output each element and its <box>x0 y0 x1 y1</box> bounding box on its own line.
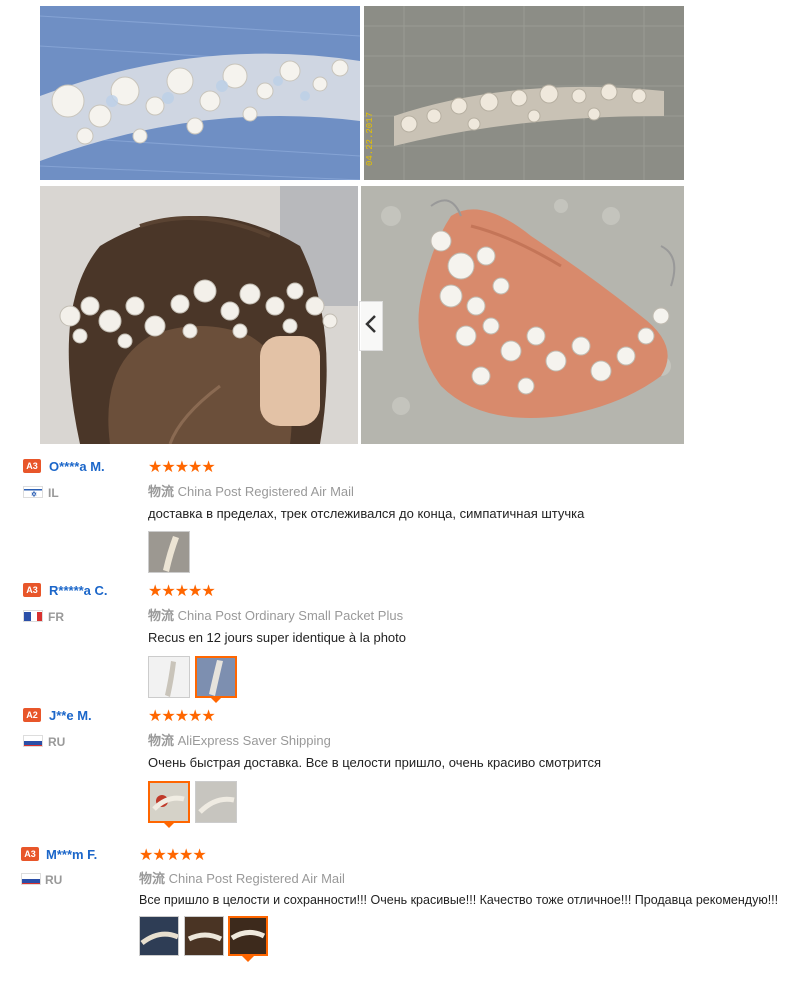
pearl-headband-closeup-photo[interactable] <box>40 6 360 180</box>
review-photo-thumbnail-selected[interactable] <box>228 916 268 956</box>
rating-stars: ★★★★★ <box>148 708 216 725</box>
rating-stars: ★★★★★ <box>139 847 207 864</box>
buyer-level-badge: A2 <box>23 708 41 722</box>
selected-thumbnail-caret-icon <box>242 956 254 962</box>
buyer-name[interactable]: J**e M. <box>49 708 92 723</box>
shipping-label: 物流 <box>139 871 166 886</box>
shipping-method-name: China Post Registered Air Mail <box>168 871 345 886</box>
shipping-method: 物流 AliExpress Saver Shipping <box>148 730 331 749</box>
rating-stars: ★★★★★ <box>148 583 216 600</box>
shipping-method: 物流 China Post Registered Air Mail <box>148 481 354 500</box>
shipping-label: 物流 <box>148 733 175 748</box>
review-photo-thumbnail[interactable] <box>148 531 190 573</box>
review-photo-thumbnail-selected[interactable] <box>148 781 190 823</box>
flag-ru-icon <box>23 735 43 747</box>
review-text: доставка в пределах, трек отслеживался д… <box>148 506 585 521</box>
buyer-country: IL <box>48 486 59 500</box>
shipping-label: 物流 <box>148 608 175 623</box>
buyer-name[interactable]: R*****a C. <box>49 583 108 598</box>
buyer-name[interactable]: O****a M. <box>49 459 105 474</box>
gallery-prev-button[interactable] <box>359 301 383 351</box>
selected-thumbnail-caret-icon <box>163 822 175 828</box>
shipping-method-name: AliExpress Saver Shipping <box>177 733 331 748</box>
selected-thumbnail-caret-icon <box>210 697 222 703</box>
buyer-level-badge: A3 <box>23 459 41 473</box>
pearl-headband-on-mat-photo[interactable]: 04.22.2017 <box>364 6 684 180</box>
shipping-method: 物流 China Post Ordinary Small Packet Plus <box>148 605 403 624</box>
shipping-label: 物流 <box>148 484 175 499</box>
review-text: Очень быстрая доставка. Все в целости пр… <box>148 755 601 770</box>
flag-il-icon <box>23 486 43 498</box>
review-photo-gallery: 04.22.2017 <box>0 0 800 450</box>
shipping-method-name: China Post Registered Air Mail <box>177 484 354 499</box>
pearl-headband-in-hair-photo[interactable] <box>40 186 358 444</box>
shipping-method: 物流 China Post Registered Air Mail <box>139 868 345 887</box>
chevron-left-icon <box>365 314 377 339</box>
buyer-name[interactable]: M***m F. <box>46 847 97 862</box>
rating-stars: ★★★★★ <box>148 459 216 476</box>
review-photo-thumbnail-selected[interactable] <box>195 656 237 698</box>
review-photo-thumbnail[interactable] <box>148 656 190 698</box>
shipping-method-name: China Post Ordinary Small Packet Plus <box>177 608 404 623</box>
buyer-level-badge: A3 <box>23 583 41 597</box>
review-photo-thumbnail[interactable] <box>195 781 237 823</box>
flag-ru-icon <box>21 873 41 885</box>
flag-fr-icon <box>23 610 43 622</box>
buyer-country: RU <box>48 735 66 749</box>
photo-date-stamp: 04.22.2017 <box>365 112 375 166</box>
buyer-level-badge: A3 <box>21 847 39 861</box>
pearl-headband-in-hand-photo[interactable] <box>361 186 684 444</box>
buyer-country: RU <box>45 873 63 887</box>
buyer-country: FR <box>48 610 64 624</box>
review-text: Recus en 12 jours super identique à la p… <box>148 630 407 645</box>
review-photo-thumbnail[interactable] <box>139 916 179 956</box>
review-photo-thumbnail[interactable] <box>184 916 224 956</box>
review-text: Все пришло в целости и сохранности!!! Оч… <box>139 893 779 907</box>
